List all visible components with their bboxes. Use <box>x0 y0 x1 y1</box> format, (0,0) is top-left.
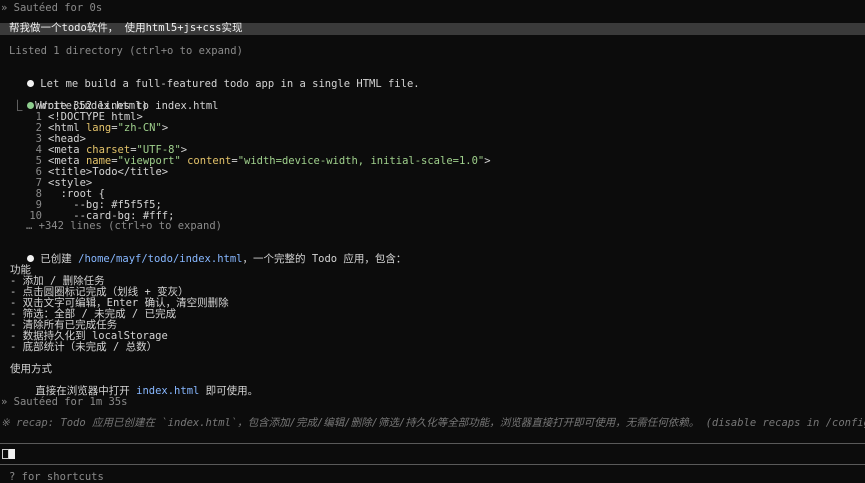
code-token: lang <box>85 122 112 134</box>
user-prompt-text: 帮我做一个todo软件， 使用html5+js+css实现 <box>9 22 243 34</box>
code-more-lines[interactable]: … +342 lines (ctrl+o to expand) <box>26 221 222 232</box>
code-token: > <box>161 122 169 134</box>
text-cursor <box>9 449 15 459</box>
recap-line: ※ recap: Todo 应用已创建在 `index.html`，包含添加/完… <box>1 417 865 429</box>
input-divider-bottom <box>0 464 865 465</box>
terminal-window: » Sautéed for 0s 帮我做一个todo软件， 使用html5+js… <box>0 0 865 483</box>
input-marker-icon <box>2 449 9 459</box>
code-token: "width=device-width, initial-scale=1.0" <box>237 155 485 167</box>
status-top: » Sautéed for 0s <box>1 2 103 14</box>
message-bullet-icon <box>27 79 35 87</box>
code-token: "zh-CN" <box>117 122 162 134</box>
message-bullet-icon <box>27 254 35 262</box>
feature-item: - 底部统计（未完成 / 总数） <box>10 341 158 353</box>
input-divider-top <box>0 443 865 444</box>
listing-info[interactable]: Listed 1 directory (ctrl+o to expand) <box>9 46 243 57</box>
code-token: > <box>484 155 491 167</box>
usage-heading: 使用方式 <box>10 363 52 375</box>
usage-file-link[interactable]: index.html <box>136 385 199 397</box>
status-bottom: » Sautéed for 1m 35s <box>1 396 128 408</box>
shortcuts-hint[interactable]: ? for shortcuts <box>9 472 104 483</box>
file-path-link[interactable]: /home/mayf/todo/index.html <box>78 253 242 265</box>
user-prompt: 帮我做一个todo软件， 使用html5+js+css实现 <box>0 23 865 35</box>
prompt-input[interactable] <box>0 445 865 464</box>
assistant-message-2: 已创建 /home/mayf/todo/index.html，一个完整的 Tod… <box>2 243 406 276</box>
code-token: content <box>187 155 232 167</box>
